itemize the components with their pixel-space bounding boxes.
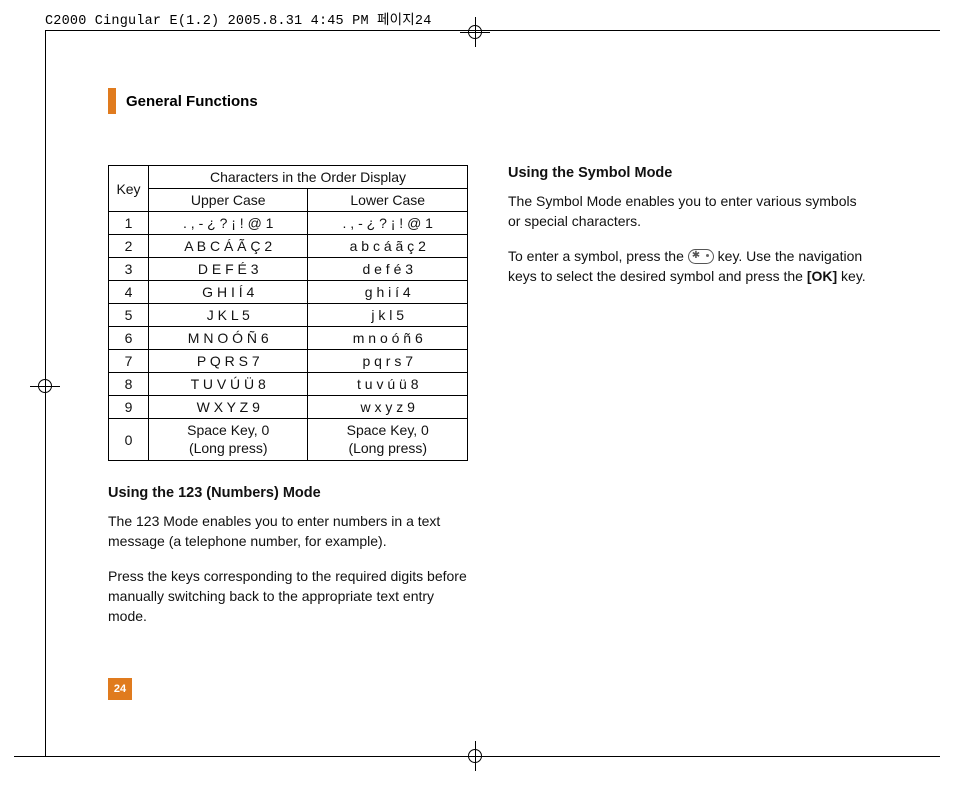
crop-rule-top: [45, 30, 940, 31]
table-row: 6M N O Ó Ñ 6m n o ó ñ 6: [109, 327, 468, 350]
cell-lower: a b c á ã ç 2: [308, 235, 468, 258]
cell-lower: . , - ¿ ? ¡ ! @ 1: [308, 212, 468, 235]
cell-lower: g h i í 4: [308, 281, 468, 304]
cell-lower: j k l 5: [308, 304, 468, 327]
table-row: 7P Q R S 7p q r s 7: [109, 350, 468, 373]
page-number-badge: 24: [108, 678, 132, 700]
para-symbol-mode-2c: key.: [837, 268, 866, 284]
table-row: 8T U V Ú Ü 8t u v ú ü 8: [109, 373, 468, 396]
right-column: Using the Symbol Mode The Symbol Mode en…: [508, 165, 868, 640]
characters-table: Key Characters in the Order Display Uppe…: [108, 165, 468, 461]
cell-lower: m n o ó ñ 6: [308, 327, 468, 350]
cell-lower: w x y z 9: [308, 396, 468, 419]
subhead-123-mode: Using the 123 (Numbers) Mode: [108, 485, 468, 501]
cell-upper: P Q R S 7: [149, 350, 308, 373]
cell-upper: G H I Í 4: [149, 281, 308, 304]
th-key: Key: [109, 166, 149, 212]
th-lower-case: Lower Case: [308, 189, 468, 212]
th-order-display: Characters in the Order Display: [149, 166, 468, 189]
table-row: 3D E F É 3d e f é 3: [109, 258, 468, 281]
star-key-icon: ✱: [688, 249, 714, 264]
registration-mark-bottom: [465, 746, 485, 766]
para-symbol-mode-2: To enter a symbol, press the ✱ key. Use …: [508, 246, 868, 287]
cell-key: 2: [109, 235, 149, 258]
section-title-text: General Functions: [126, 93, 258, 110]
cell-key: 0: [109, 419, 149, 461]
table-row: 2A B C Á Ã Ç 2a b c á ã ç 2: [109, 235, 468, 258]
table-row: 1. , - ¿ ? ¡ ! @ 1. , - ¿ ? ¡ ! @ 1: [109, 212, 468, 235]
crop-header-text: C2000 Cingular E(1.2) 2005.8.31 4:45 PM …: [45, 8, 432, 29]
cell-lower: Space Key, 0 (Long press): [308, 419, 468, 461]
cell-key: 1: [109, 212, 149, 235]
cell-upper: J K L 5: [149, 304, 308, 327]
section-title: General Functions: [108, 88, 258, 114]
cell-key: 7: [109, 350, 149, 373]
cell-key: 8: [109, 373, 149, 396]
cell-key: 6: [109, 327, 149, 350]
para-123-mode-2: Press the keys corresponding to the requ…: [108, 566, 468, 627]
cell-upper: . , - ¿ ? ¡ ! @ 1: [149, 212, 308, 235]
th-upper-case: Upper Case: [149, 189, 308, 212]
cell-upper: T U V Ú Ü 8: [149, 373, 308, 396]
left-column: Key Characters in the Order Display Uppe…: [108, 165, 468, 640]
para-symbol-mode-2a: To enter a symbol, press the: [508, 248, 688, 264]
cell-key: 3: [109, 258, 149, 281]
cell-lower: p q r s 7: [308, 350, 468, 373]
cell-lower: t u v ú ü 8: [308, 373, 468, 396]
cell-upper: M N O Ó Ñ 6: [149, 327, 308, 350]
accent-bar: [108, 88, 116, 114]
cell-upper: Space Key, 0 (Long press): [149, 419, 308, 461]
registration-mark-top: [465, 22, 485, 42]
para-symbol-mode-1: The Symbol Mode enables you to enter var…: [508, 191, 868, 232]
cell-key: 5: [109, 304, 149, 327]
subhead-symbol-mode: Using the Symbol Mode: [508, 165, 868, 181]
cell-upper: A B C Á Ã Ç 2: [149, 235, 308, 258]
cell-upper: W X Y Z 9: [149, 396, 308, 419]
para-123-mode-1: The 123 Mode enables you to enter number…: [108, 511, 468, 552]
table-row: 0Space Key, 0 (Long press)Space Key, 0 (…: [109, 419, 468, 461]
table-row: 5J K L 5j k l 5: [109, 304, 468, 327]
cell-key: 4: [109, 281, 149, 304]
cell-key: 9: [109, 396, 149, 419]
table-row: 9W X Y Z 9w x y z 9: [109, 396, 468, 419]
table-row: 4G H I Í 4g h i í 4: [109, 281, 468, 304]
cell-upper: D E F É 3: [149, 258, 308, 281]
registration-mark-left: [35, 376, 55, 396]
cell-lower: d e f é 3: [308, 258, 468, 281]
ok-key-label: [OK]: [807, 268, 837, 284]
